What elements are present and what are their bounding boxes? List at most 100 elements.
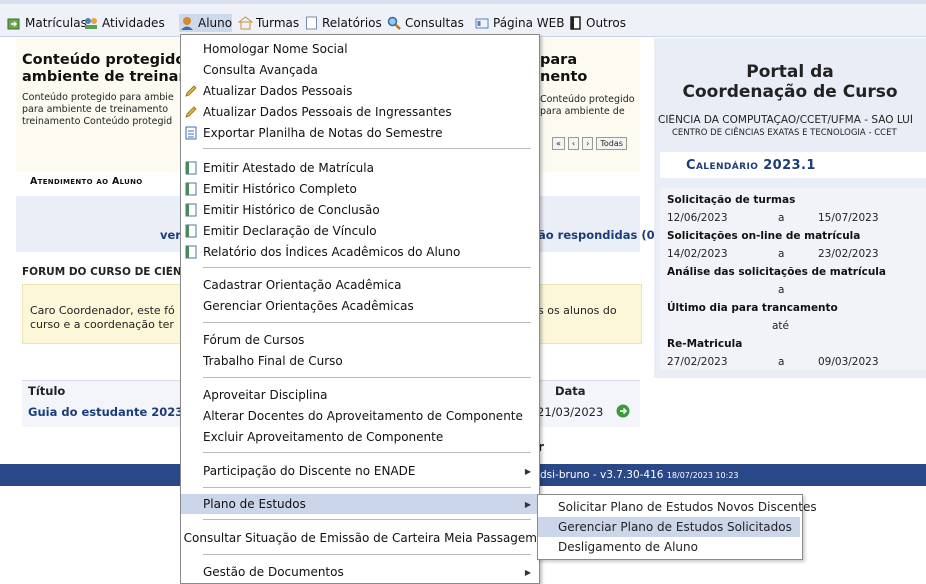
menu-separator [203, 322, 531, 323]
pager-first[interactable]: « [552, 137, 565, 150]
menu-separator [203, 377, 531, 378]
menu-item-label: Gestão de Documentos [203, 565, 344, 579]
turmas-icon [237, 16, 253, 30]
menu-outros[interactable]: Outros [567, 14, 626, 32]
menu-item-emitir-historico-conclusao[interactable]: Emitir Histórico de Conclusão [181, 200, 537, 220]
menu-item-label: Homologar Nome Social [203, 42, 348, 56]
menu-atividades-label: Atividades [102, 16, 165, 30]
content-body-line2-right: para ambiente de [540, 106, 625, 117]
menu-pagina-web-label: Página WEB [493, 16, 565, 30]
submenu-item-solicitar-plano[interactable]: Solicitar Plano de Estudos Novos Discent… [538, 497, 817, 517]
go-arrow-icon[interactable] [616, 404, 630, 421]
document-icon [181, 179, 201, 199]
menu-item-emitir-atestado-matricula[interactable]: Emitir Atestado de Matrícula [181, 158, 537, 178]
col-titulo-header: Título [28, 384, 66, 398]
menu-atividades[interactable]: Atividades [83, 14, 165, 32]
cal-sep: a [778, 284, 785, 296]
cal-solicitacoes-matricula-start: 14/02/2023 [667, 248, 728, 260]
atividades-icon [83, 16, 99, 30]
menu-item-relatorio-indices[interactable]: Relatório dos Índices Acadêmicos do Alun… [181, 242, 537, 262]
content-body-line1-right: Conteúdo protegido [540, 94, 635, 105]
submenu-item-label: Solicitar Plano de Estudos Novos Discent… [558, 500, 817, 514]
cal-sep: a [778, 248, 785, 260]
menu-item-label: Cadastrar Orientação Acadêmica [203, 278, 402, 292]
menu-aluno[interactable]: Aluno [179, 14, 233, 32]
menu-separator [203, 267, 531, 268]
menu-item-enade[interactable]: Participação do Discente no ENADE ▶ [181, 461, 537, 481]
menu-item-cadastrar-orientacao[interactable]: Cadastrar Orientação Acadêmica [181, 275, 537, 295]
footer-date: 18/07/2023 10:23 [666, 471, 739, 480]
menu-item-gerenciar-orientacoes[interactable]: Gerenciar Orientações Acadêmicas [181, 296, 537, 316]
matriculas-icon [6, 16, 22, 30]
menu-item-exportar-planilha-notas[interactable]: Exportar Planilha de Notas do Semestre [181, 123, 537, 143]
submenu-item-label: Desligamento de Aluno [558, 540, 698, 554]
menu-item-atualizar-dados-ingressantes[interactable]: Atualizar Dados Pessoais de Ingressantes [181, 102, 537, 122]
nao-respondidas-link[interactable]: ão respondidas (0) [538, 228, 660, 242]
menu-item-label: Alterar Docentes do Aproveitamento de Co… [203, 409, 523, 423]
col-data-header: Data [555, 384, 586, 398]
content-body-line2: para ambiente de treinamento [22, 104, 169, 115]
portal-center-name: CENTRO DE CIÊNCIAS EXATAS E TECNOLOGIA -… [672, 128, 897, 138]
submenu-item-label: Gerenciar Plano de Estudos Solicitados [558, 520, 792, 534]
cal-solicitacao-turmas: Solicitação de turmas [667, 194, 796, 206]
menu-item-gestao-documentos[interactable]: Gestão de Documentos ▶ [181, 562, 537, 582]
menu-item-consulta-avancada[interactable]: Consulta Avançada [181, 60, 537, 80]
pager-all[interactable]: Todas [596, 137, 627, 150]
menu-turmas-label: Turmas [256, 16, 300, 30]
forum-msg-line1: Caro Coordenador, este fó [30, 304, 175, 317]
menu-item-trabalho-final[interactable]: Trabalho Final de Curso [181, 351, 537, 371]
menu-relatorios-label: Relatórios [322, 16, 382, 30]
cal-sep: a [778, 212, 785, 224]
portal-title-line1: Portal da [746, 62, 834, 82]
menu-item-alterar-docentes[interactable]: Alterar Docentes do Aproveitamento de Co… [181, 406, 537, 426]
pencil-icon [181, 102, 201, 122]
content-title-line2-right: nento [540, 69, 588, 85]
menu-turmas[interactable]: Turmas [237, 14, 299, 32]
menu-item-label: Plano de Estudos [203, 497, 306, 511]
row-titulo-link[interactable]: Guia do estudante 2023 [28, 405, 183, 419]
footer-version: dsi-bruno - v3.7.30-416 18/07/2023 10:23 [540, 469, 739, 481]
menu-consultas-label: Consultas [405, 16, 464, 30]
menu-matriculas-label: Matrículas [25, 16, 87, 30]
document-icon [181, 221, 201, 241]
menu-separator [203, 519, 531, 520]
menu-item-label: Emitir Declaração de Vínculo [203, 224, 377, 238]
content-body-line3: treinamento Conteúdo protegid [22, 116, 173, 127]
menu-relatorios[interactable]: Relatórios [303, 14, 382, 32]
ver-link[interactable]: ver [160, 228, 181, 242]
menu-item-label: Emitir Atestado de Matrícula [203, 161, 374, 175]
submenu-item-desligamento[interactable]: Desligamento de Aluno [538, 537, 800, 557]
cal-solicitacao-turmas-start: 12/06/2023 [667, 212, 728, 224]
menu-item-label: Atualizar Dados Pessoais [203, 84, 353, 98]
aluno-icon [179, 16, 195, 30]
search-icon [386, 16, 402, 30]
forum-msg-line1-right: s os alunos do [538, 304, 617, 317]
menu-matriculas[interactable]: Matrículas [6, 14, 87, 32]
menu-item-label: Emitir Histórico Completo [203, 182, 357, 196]
pager-next[interactable]: › [582, 137, 594, 150]
cal-analise-solicitacoes: Análise das solicitações de matrícula [667, 266, 886, 278]
menu-item-homologar-nome-social[interactable]: Homologar Nome Social [181, 39, 537, 59]
menu-separator [203, 487, 531, 488]
menu-item-label: Relatório dos Índices Acadêmicos do Alun… [203, 245, 461, 259]
menu-consultas[interactable]: Consultas [386, 14, 464, 32]
menu-item-aproveitar-disciplina[interactable]: Aproveitar Disciplina [181, 385, 537, 405]
menu-item-emitir-historico-completo[interactable]: Emitir Histórico Completo [181, 179, 537, 199]
menu-item-atualizar-dados-pessoais[interactable]: Atualizar Dados Pessoais [181, 81, 537, 101]
menu-item-plano-estudos[interactable]: Plano de Estudos ▶ [181, 494, 537, 514]
menu-pagina-web[interactable]: Página WEB [474, 14, 564, 32]
aluno-dropdown-menu: Homologar Nome Social Consulta Avançada … [180, 34, 540, 584]
pager-prev[interactable]: ‹ [567, 137, 580, 150]
menu-item-consultar-carteira[interactable]: Consultar Situação de Emissão de Carteir… [181, 528, 537, 548]
menu-item-emitir-declaracao-vinculo[interactable]: Emitir Declaração de Vínculo [181, 221, 537, 241]
atendimento-section-title: Atendimento ao Aluno [30, 176, 143, 187]
cal-solicitacao-turmas-end: 15/07/2023 [818, 212, 879, 224]
submenu-item-gerenciar-plano[interactable]: Gerenciar Plano de Estudos Solicitados [538, 517, 800, 537]
menu-item-forum-cursos[interactable]: Fórum de Cursos [181, 330, 537, 350]
menu-item-excluir-aproveitamento[interactable]: Excluir Aproveitamento de Componente [181, 427, 537, 447]
menu-item-label: Atualizar Dados Pessoais de Ingressantes [203, 105, 452, 119]
menu-item-label: Excluir Aproveitamento de Componente [203, 430, 444, 444]
menu-item-label: Gerenciar Orientações Acadêmicas [203, 299, 414, 313]
spreadsheet-icon [181, 123, 201, 143]
content-title-line2: ambiente de treiname [22, 69, 182, 85]
